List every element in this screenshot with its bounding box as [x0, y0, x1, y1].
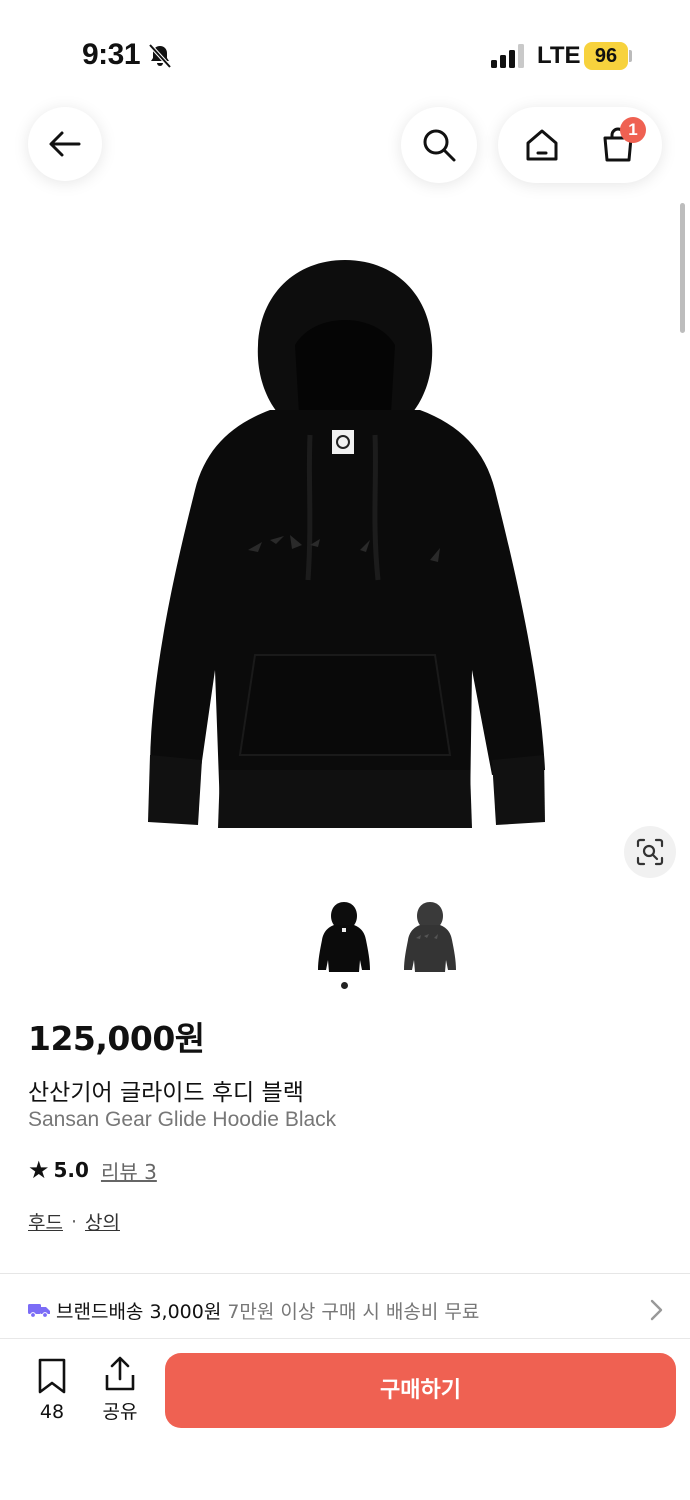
search-icon	[423, 129, 456, 162]
share-icon	[105, 1356, 135, 1391]
bookmark-count: 48	[39, 1401, 65, 1423]
home-button[interactable]	[514, 117, 570, 173]
thumbnail-black-front[interactable]	[314, 898, 374, 976]
scrollbar[interactable]	[680, 203, 685, 333]
product-detail-page: 9:31 LTE 96 1 125,000원 산산기어 글라이드 후디 블랙 S…	[0, 0, 690, 1500]
arrow-left-icon	[49, 131, 81, 157]
product-name-english: Sansan Gear Glide Hoodie Black	[28, 1108, 337, 1131]
thumbnail-black-print[interactable]	[400, 898, 460, 976]
signal-icon	[491, 44, 524, 68]
star-icon: ★	[28, 1156, 50, 1184]
product-image[interactable]	[120, 250, 570, 840]
rating-value: 5.0	[53, 1158, 89, 1182]
network-type: LTE	[537, 42, 581, 69]
share-button[interactable]: 공유	[98, 1355, 142, 1427]
status-time: 9:31	[82, 38, 141, 71]
share-label: 공유	[102, 1401, 138, 1423]
rating-row: ★ 5.0 리뷰 3	[28, 1156, 157, 1184]
section-divider	[0, 1273, 690, 1274]
cart-button[interactable]: 1	[590, 117, 646, 173]
shipping-label: 브랜드배송 3,000원	[56, 1300, 222, 1323]
review-link[interactable]: 리뷰 3	[101, 1156, 157, 1185]
chevron-right-icon	[650, 1299, 663, 1321]
search-button[interactable]	[401, 107, 477, 183]
bookmark-button[interactable]: 48	[32, 1357, 72, 1427]
shipping-condition: 7만원 이상 구매 시 배송비 무료	[227, 1300, 480, 1323]
bell-off-icon	[148, 43, 172, 69]
shipping-info-row[interactable]: 브랜드배송 3,000원 7만원 이상 구매 시 배송비 무료	[28, 1293, 668, 1327]
category-separator: ·	[70, 1210, 78, 1233]
category-breadcrumb: 후드 · 상의	[28, 1208, 120, 1235]
nav-right-group: 1	[498, 107, 662, 183]
status-bar: 9:31 LTE 96	[0, 0, 690, 110]
battery-level: 96	[584, 42, 628, 70]
cart-badge: 1	[620, 117, 646, 143]
battery-cap	[629, 50, 632, 62]
buy-button[interactable]: 구매하기	[165, 1353, 676, 1428]
bottom-action-bar: 48 공유 구매하기	[0, 1338, 690, 1500]
image-search-button[interactable]	[624, 826, 676, 878]
product-name-korean: 산산기어 글라이드 후디 블랙	[28, 1080, 304, 1106]
back-button[interactable]	[28, 107, 102, 181]
bookmark-icon	[38, 1358, 66, 1394]
truck-icon	[28, 1304, 50, 1318]
category-link-hood[interactable]: 후드	[28, 1208, 63, 1235]
home-icon	[526, 129, 558, 161]
gallery-page-indicator	[341, 982, 348, 989]
product-price: 125,000원	[28, 1019, 205, 1058]
image-search-icon	[636, 838, 664, 866]
category-link-top[interactable]: 상의	[85, 1208, 120, 1235]
